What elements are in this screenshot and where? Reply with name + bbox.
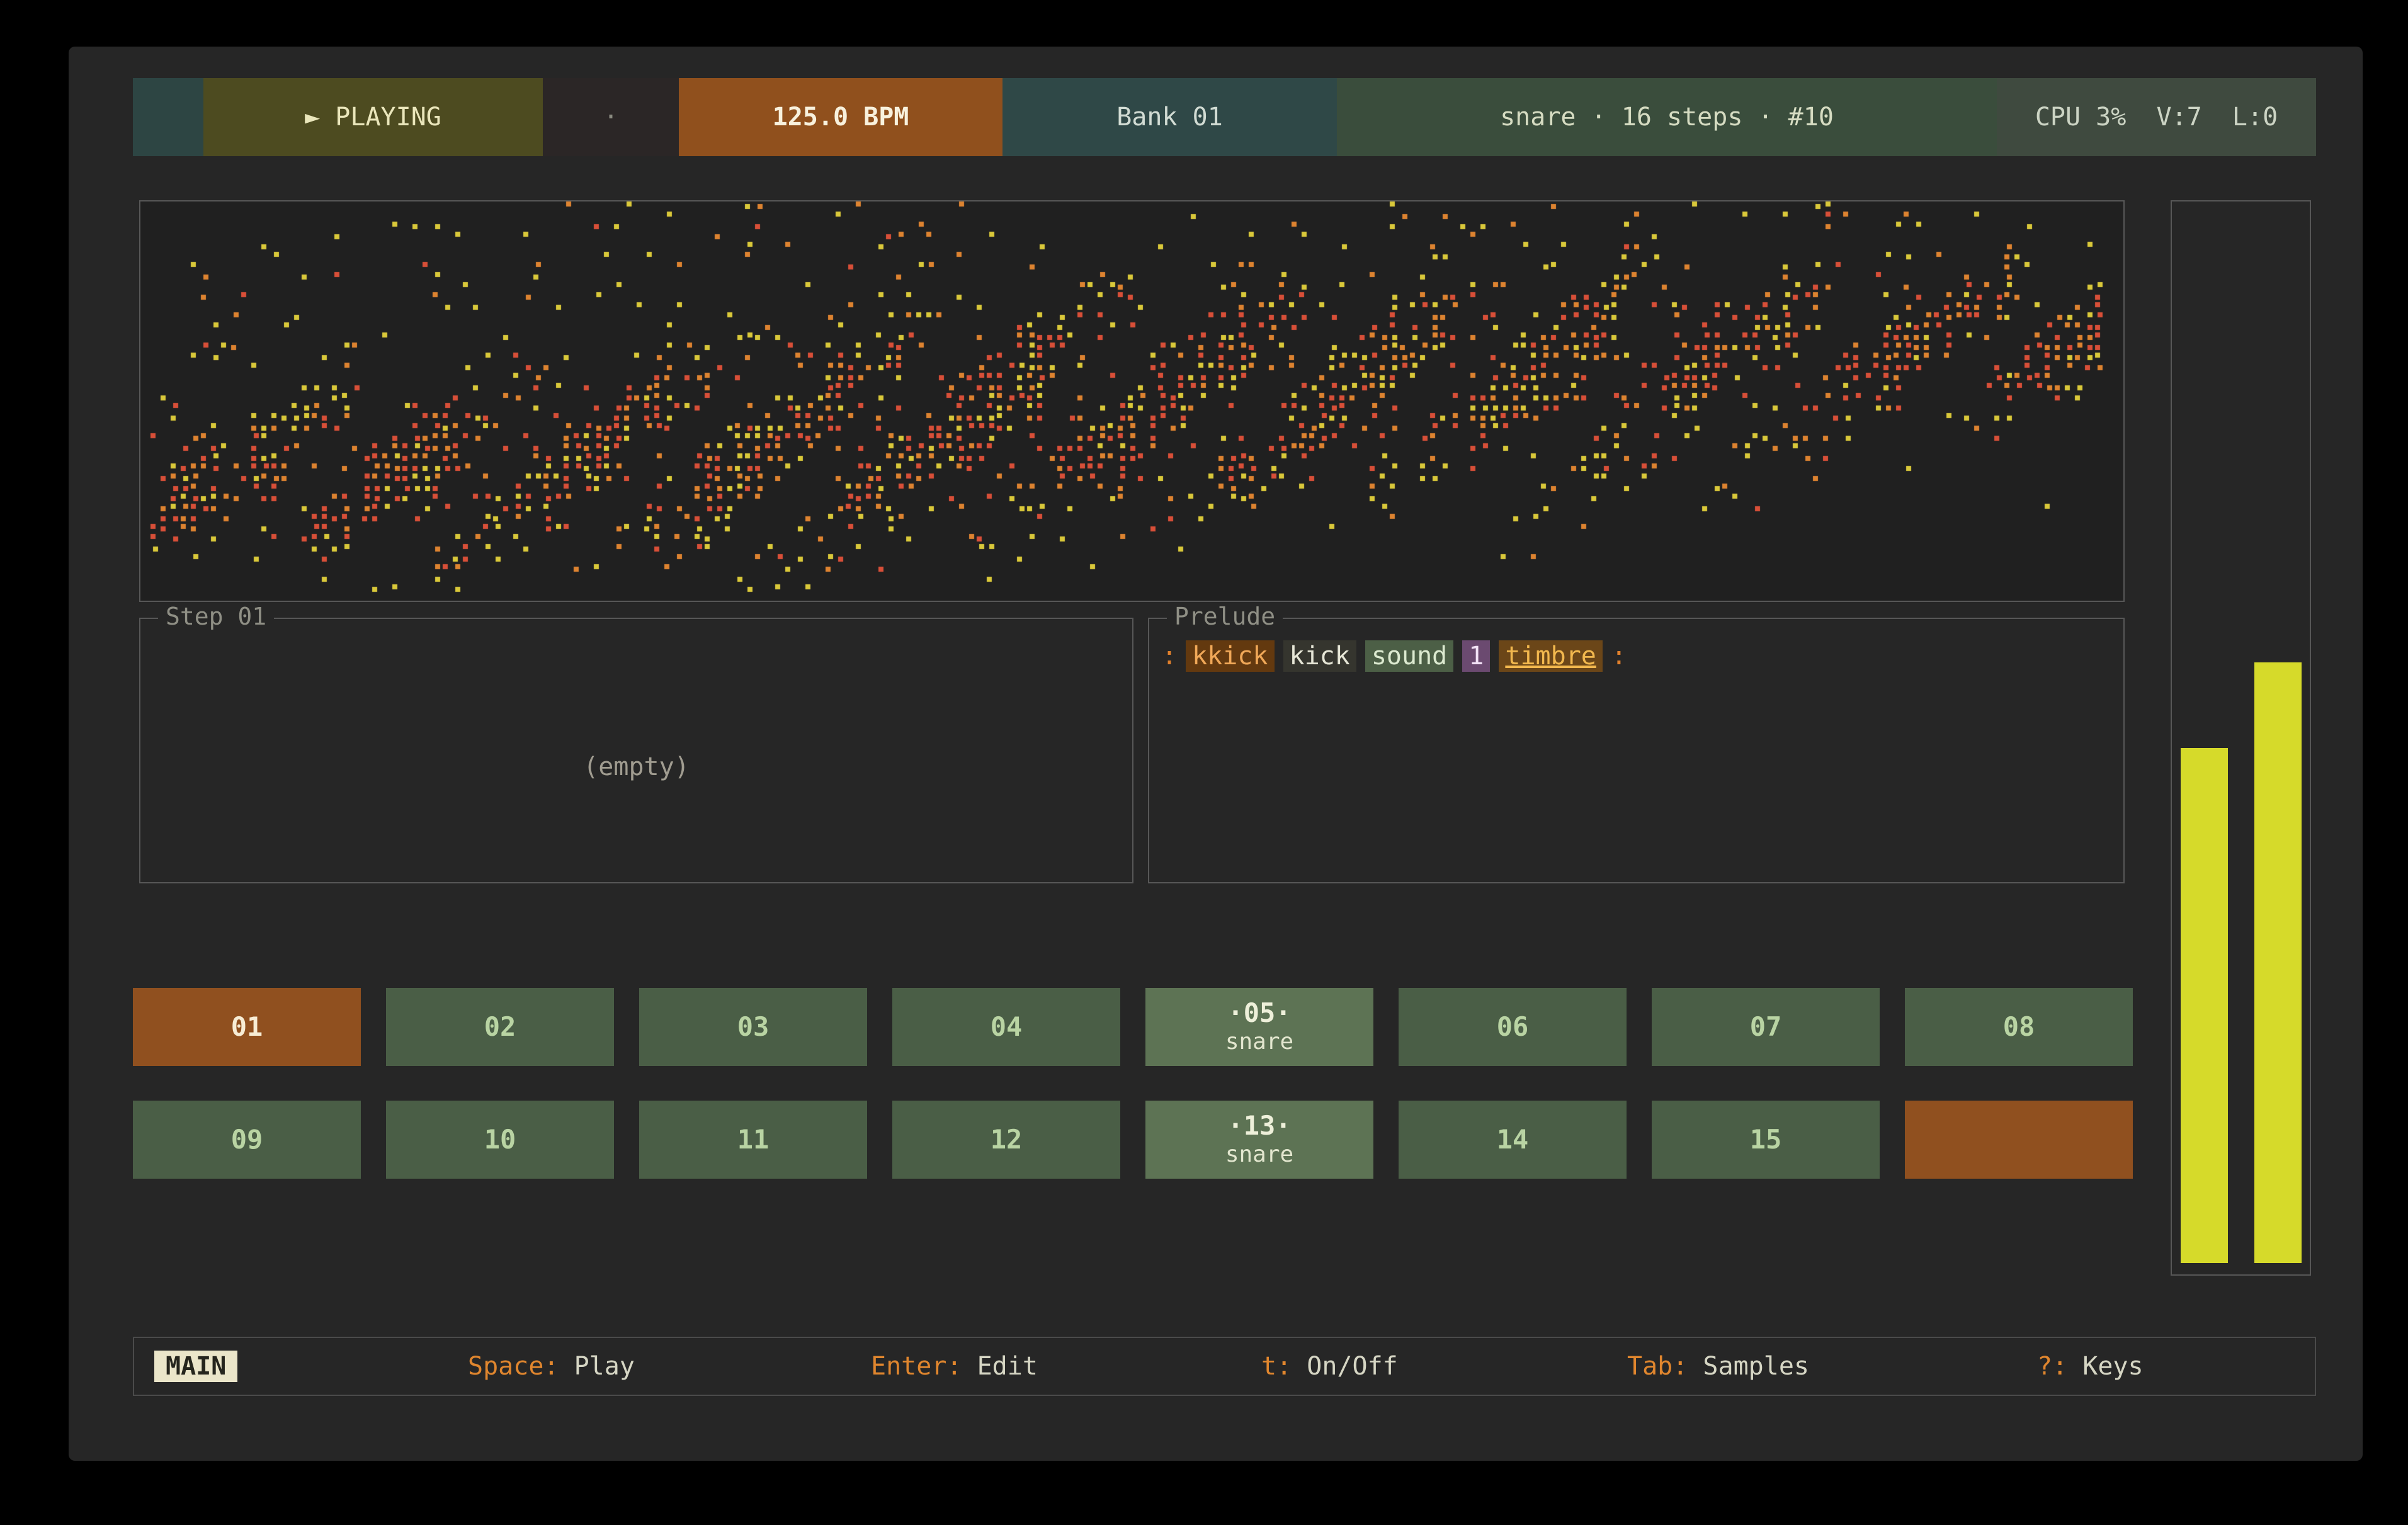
hint-label: Play xyxy=(574,1352,635,1381)
step-label: 03 xyxy=(737,1012,770,1041)
visualization-panel xyxy=(139,200,2125,602)
step-panel-title: Step 01 xyxy=(158,603,274,630)
step-button-14[interactable]: 14 xyxy=(1399,1101,1627,1179)
step-sample-name: snare xyxy=(1225,1141,1293,1168)
step-label: 09 xyxy=(231,1125,263,1154)
app-window: ► PLAYING · 125.0 BPM Bank 01 snare · 16… xyxy=(69,47,2363,1461)
code-token: kkick xyxy=(1186,640,1274,672)
step-button-02[interactable]: 02 xyxy=(386,988,614,1066)
step-label: 04 xyxy=(991,1012,1023,1041)
step-button-09[interactable]: 09 xyxy=(133,1101,361,1179)
step-label: 14 xyxy=(1497,1125,1529,1154)
step-button-08[interactable]: 08 xyxy=(1905,988,2133,1066)
step-label: 01 xyxy=(231,1012,263,1041)
code-token: sound xyxy=(1365,640,1453,672)
mode-badge: MAIN xyxy=(154,1351,237,1382)
step-button-13[interactable]: ·13· snare xyxy=(1145,1101,1373,1179)
step-button-04[interactable]: 04 xyxy=(892,988,1120,1066)
step-button-10[interactable]: 10 xyxy=(386,1101,614,1179)
code-token: timbre xyxy=(1499,640,1603,672)
step-empty-text: (empty) xyxy=(140,752,1132,781)
step-button-11[interactable]: 11 xyxy=(639,1101,867,1179)
hint-key: ? xyxy=(2037,1352,2082,1381)
step-button-12[interactable]: 12 xyxy=(892,1101,1120,1179)
code-token: kick xyxy=(1283,640,1356,672)
prelude-panel: Prelude :kkickkicksound1timbre: xyxy=(1148,618,2125,883)
step-label: 12 xyxy=(991,1125,1023,1154)
step-label: 02 xyxy=(484,1012,516,1041)
code-token: : xyxy=(1162,640,1177,672)
statusbar-spacer xyxy=(133,78,203,156)
step-label: 11 xyxy=(737,1125,770,1154)
step-label: 06 xyxy=(1497,1012,1529,1041)
hint-key: t xyxy=(1261,1352,1307,1381)
step-button-03[interactable]: 03 xyxy=(639,988,867,1066)
pattern-visualization[interactable] xyxy=(140,201,2123,601)
step-button-15[interactable]: 15 xyxy=(1652,1101,1880,1179)
hint-label: Edit xyxy=(977,1352,1038,1381)
hint-label: On/Off xyxy=(1307,1352,1398,1381)
level-meter-right xyxy=(2254,662,2302,1263)
status-bar: ► PLAYING · 125.0 BPM Bank 01 snare · 16… xyxy=(133,78,2316,156)
level-meter-left xyxy=(2181,748,2228,1263)
step-button-07[interactable]: 07 xyxy=(1652,988,1880,1066)
step-label: 08 xyxy=(2003,1012,2035,1041)
pattern-info: snare · 16 steps · #10 xyxy=(1337,78,1997,156)
hint-play: SpacePlay xyxy=(468,1352,635,1381)
step-button-05[interactable]: ·05· snare xyxy=(1145,988,1373,1066)
prelude-code[interactable]: : kkick kick sound 1 timbre: xyxy=(1162,640,1635,672)
footer-bar: MAIN SpacePlay EnterEdit tOn/Off TabSamp… xyxy=(133,1337,2316,1396)
hint-label: Samples xyxy=(1703,1352,1809,1381)
code-token: : xyxy=(1611,640,1627,672)
step-label: 07 xyxy=(1750,1012,1782,1041)
hint-edit: EnterEdit xyxy=(871,1352,1038,1381)
step-sample-name: snare xyxy=(1225,1028,1293,1055)
hint-keys: ?Keys xyxy=(2037,1352,2144,1381)
step-button-01[interactable]: 01 xyxy=(133,988,361,1066)
meter-panel xyxy=(2171,200,2311,1276)
step-label: ·13· xyxy=(1227,1111,1291,1140)
prelude-panel-title: Prelude xyxy=(1167,603,1283,630)
hint-key: Space xyxy=(468,1352,574,1381)
system-stats: CPU 3% V:7 L:0 xyxy=(1997,78,2316,156)
step-label: 15 xyxy=(1750,1125,1782,1154)
step-label: 10 xyxy=(484,1125,516,1154)
step-button-06[interactable]: 06 xyxy=(1399,988,1627,1066)
hint-key: Tab xyxy=(1627,1352,1703,1381)
code-token: 1 xyxy=(1462,640,1490,672)
transport-status[interactable]: ► PLAYING xyxy=(203,78,543,156)
step-detail-panel: Step 01 (empty) xyxy=(139,618,1133,883)
step-grid: 01 02 03 04 ·05· snare 06 07 08 xyxy=(133,988,2133,1179)
step-button-16[interactable] xyxy=(1905,1101,2133,1179)
hint-label: Keys xyxy=(2082,1352,2143,1381)
step-label: ·05· xyxy=(1227,999,1291,1028)
hint-key: Enter xyxy=(871,1352,977,1381)
bank-display[interactable]: Bank 01 xyxy=(1002,78,1337,156)
bpm-display[interactable]: 125.0 BPM xyxy=(679,78,1002,156)
hint-samples: TabSamples xyxy=(1627,1352,1809,1381)
hint-onoff: tOn/Off xyxy=(1261,1352,1398,1381)
statusbar-separator: · xyxy=(543,78,679,156)
